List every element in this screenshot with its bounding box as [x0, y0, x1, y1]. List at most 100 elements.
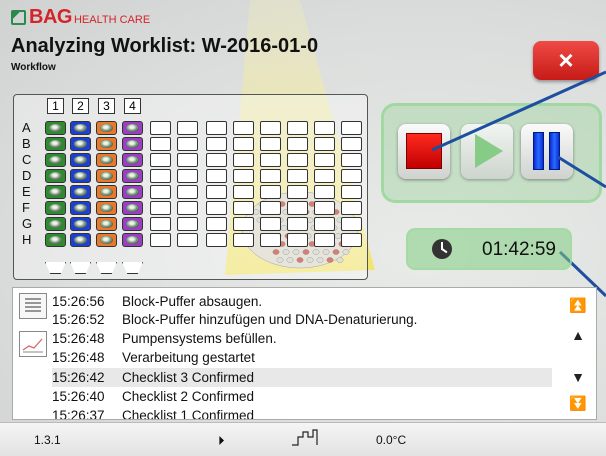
empty-well: [260, 153, 281, 167]
empty-well: [287, 153, 308, 167]
empty-well: [260, 201, 281, 215]
empty-well: [233, 201, 254, 215]
empty-well: [287, 201, 308, 215]
clock-icon: [432, 239, 452, 259]
temperature-profile-icon: [292, 429, 318, 446]
row-label: D: [22, 168, 32, 183]
log-time: 15:26:52: [52, 312, 105, 327]
empty-well: [341, 153, 362, 167]
empty-well: [260, 217, 281, 231]
empty-well: [206, 169, 227, 183]
empty-well: [260, 121, 281, 135]
empty-well: [314, 153, 335, 167]
empty-well: [150, 153, 171, 167]
pause-icon: [533, 132, 544, 170]
elapsed-timer: 01:42:59: [406, 228, 572, 270]
empty-well: [341, 185, 362, 199]
empty-well: [287, 169, 308, 183]
sample-well: [96, 169, 117, 183]
version-label: 1.3.1: [34, 433, 61, 447]
column-number: 1: [47, 98, 64, 114]
empty-well: [260, 169, 281, 183]
empty-well: [287, 137, 308, 151]
sample-well: [70, 153, 91, 167]
sample-well: [70, 233, 91, 247]
empty-well: [314, 233, 335, 247]
empty-well: [341, 121, 362, 135]
sample-well: [96, 137, 117, 151]
document-icon[interactable]: [19, 293, 47, 319]
log-entry: 15:26:40 Checklist 2 Confirmed: [52, 387, 254, 406]
scroll-top-button[interactable]: ⏫: [568, 296, 588, 314]
sample-well: [96, 121, 117, 135]
empty-well: [314, 169, 335, 183]
close-button[interactable]: ×: [533, 41, 599, 80]
empty-well: [177, 153, 198, 167]
timer-value: 01:42:59: [482, 239, 556, 260]
temperature-label: 0.0°C: [376, 433, 407, 447]
sample-well: [70, 217, 91, 231]
empty-well: [177, 169, 198, 183]
sample-well: [45, 217, 66, 231]
row-label: H: [22, 232, 32, 247]
sample-well: [70, 137, 91, 151]
log-message: Checklist 1 Confirmed: [122, 408, 255, 420]
sample-well: [70, 201, 91, 215]
chart-icon[interactable]: [19, 331, 47, 357]
sample-well: [96, 185, 117, 199]
brand-name: BAG: [29, 5, 72, 28]
logo-mark-icon: [11, 9, 26, 25]
column-number: 4: [124, 98, 141, 114]
log-time: 15:26:48: [52, 350, 105, 365]
row-label: B: [22, 136, 31, 151]
sample-well: [45, 169, 66, 183]
play-icon: [475, 134, 503, 168]
scroll-bottom-button[interactable]: ⏬: [568, 394, 588, 412]
empty-well: [150, 137, 171, 151]
sample-well: [96, 233, 117, 247]
empty-well: [177, 121, 198, 135]
empty-well: [341, 217, 362, 231]
sample-well: [45, 137, 66, 151]
log-message: Pumpensystems befüllen.: [122, 331, 277, 346]
row-label: C: [22, 152, 32, 167]
scroll-up-button[interactable]: ▲: [568, 326, 588, 344]
status-bar: 1.3.1 ⏵ 0.0°C: [0, 422, 606, 456]
run-indicator-icon: ⏵: [218, 433, 225, 448]
column-number: 2: [72, 98, 89, 114]
scroll-down-button[interactable]: ▼: [568, 368, 588, 386]
empty-well: [287, 233, 308, 247]
log-message: Verarbeitung gestartet: [122, 350, 255, 365]
empty-well: [287, 185, 308, 199]
log-entry: 15:26:52 Block-Puffer hinzufügen und DNA-…: [52, 310, 417, 329]
sample-well: [122, 121, 143, 135]
empty-well: [177, 233, 198, 247]
sample-well: [45, 201, 66, 215]
empty-well: [314, 201, 335, 215]
close-icon: ×: [558, 45, 574, 75]
log-time: 15:26:48: [52, 331, 105, 346]
empty-well: [341, 137, 362, 151]
empty-well: [233, 153, 254, 167]
sample-well: [122, 137, 143, 151]
empty-well: [260, 185, 281, 199]
empty-well: [233, 121, 254, 135]
sample-well: [122, 153, 143, 167]
empty-well: [206, 137, 227, 151]
pause-button[interactable]: [521, 124, 573, 179]
empty-well: [233, 185, 254, 199]
log-entry: 15:26:48 Verarbeitung gestartet: [52, 348, 255, 367]
page-subtitle: Workflow: [11, 62, 56, 73]
play-button[interactable]: [461, 124, 513, 179]
sample-well: [122, 233, 143, 247]
row-label: F: [22, 200, 30, 215]
empty-well: [314, 217, 335, 231]
empty-well: [206, 233, 227, 247]
empty-well: [206, 121, 227, 135]
empty-well: [287, 121, 308, 135]
empty-well: [150, 233, 171, 247]
row-label: A: [22, 120, 31, 135]
empty-well: [177, 185, 198, 199]
log-message: Block-Puffer absaugen.: [122, 294, 263, 309]
stop-button[interactable]: [398, 124, 450, 179]
